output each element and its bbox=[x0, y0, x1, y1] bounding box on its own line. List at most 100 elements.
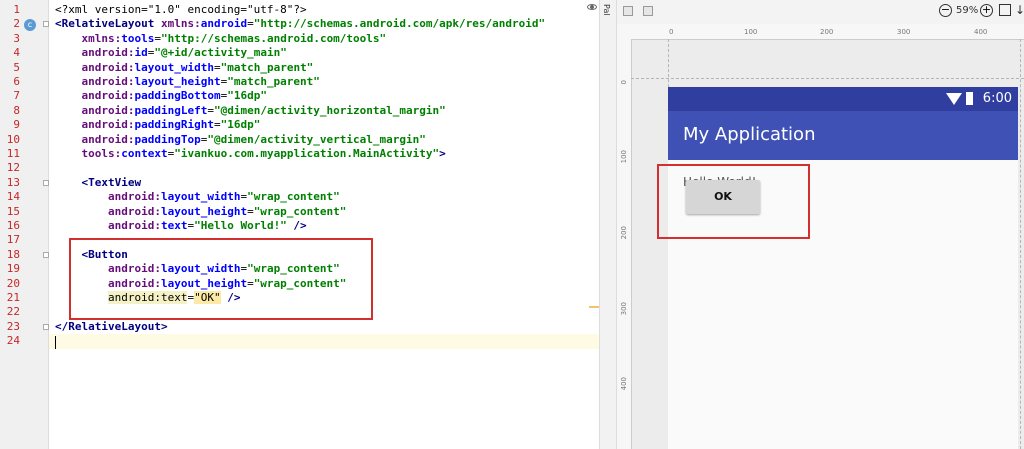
code-token: "http://schemas.android.com/tools" bbox=[161, 31, 387, 45]
code-line[interactable]: android:layout_height="match_parent" bbox=[55, 75, 320, 89]
device-preview[interactable]: 6:00 My Application Hello World! OK bbox=[668, 87, 1018, 449]
line-number: 16 bbox=[6, 219, 20, 232]
line-number: 2 bbox=[13, 17, 20, 31]
line-number: 7 bbox=[13, 89, 20, 103]
line-number: 5 bbox=[13, 60, 20, 74]
palette-strip[interactable] bbox=[599, 0, 617, 449]
code-token: <RelativeLayout bbox=[55, 17, 161, 31]
guide-line bbox=[631, 78, 1024, 79]
code-token: = bbox=[213, 60, 221, 74]
code-line[interactable]: android:text="Hello World!" /> bbox=[55, 219, 307, 233]
code-line[interactable]: xmlns:tools="http://schemas.android.com/… bbox=[55, 31, 387, 46]
code-token: "@+id/activity_main" bbox=[154, 46, 287, 60]
zoom-in-icon[interactable]: + bbox=[980, 4, 993, 17]
horizontal-ruler: 0 100 200 300 400 bbox=[617, 24, 1024, 40]
palette-tab[interactable]: Pal bbox=[602, 4, 611, 16]
guide-line bbox=[1020, 39, 1021, 449]
code-token: android: bbox=[81, 89, 135, 103]
eye-icon[interactable] bbox=[587, 4, 597, 10]
code-token: tools bbox=[121, 31, 155, 45]
line-number: 11 bbox=[6, 147, 20, 160]
line-number: 12 bbox=[6, 161, 20, 175]
fold-toggle-icon[interactable] bbox=[43, 251, 49, 258]
code-line[interactable]: </RelativeLayout> bbox=[55, 320, 168, 334]
code-token: android: bbox=[81, 132, 135, 146]
ruler-tick-label: 0 bbox=[669, 28, 674, 36]
line-number: 1 bbox=[13, 3, 20, 16]
code-token: paddingRight bbox=[134, 118, 214, 132]
design-mode-icon[interactable] bbox=[623, 6, 633, 16]
code-token: tools: bbox=[81, 147, 122, 160]
line-number: 9 bbox=[13, 118, 20, 132]
line-number: 19 bbox=[6, 262, 20, 276]
code-line[interactable]: tools:context="ivankuo.com.myapplication… bbox=[55, 147, 446, 161]
code-token: layout_height bbox=[160, 204, 248, 218]
line-number: 6 bbox=[13, 75, 20, 88]
line-number: 3 bbox=[13, 31, 20, 45]
app-title: My Application bbox=[683, 124, 816, 145]
zoom-out-icon[interactable]: − bbox=[939, 4, 952, 17]
code-token: xmlns: bbox=[81, 31, 122, 45]
code-token: context bbox=[121, 147, 168, 160]
code-line[interactable]: android:layout_width="match_parent" bbox=[55, 60, 314, 75]
code-token: android bbox=[200, 17, 248, 31]
warning-stripe-marker[interactable] bbox=[589, 306, 599, 308]
code-token: android: bbox=[107, 219, 161, 232]
code-token: layout_width bbox=[134, 60, 214, 74]
line-number: 20 bbox=[6, 276, 20, 290]
code-token: text bbox=[160, 219, 188, 232]
fold-toggle-icon[interactable] bbox=[43, 179, 49, 186]
current-line-highlight bbox=[49, 334, 599, 349]
code-line[interactable]: android:id="@+id/activity_main" bbox=[55, 46, 287, 60]
more-icon[interactable]: ↓ bbox=[1015, 3, 1024, 17]
code-token: = bbox=[247, 204, 254, 218]
line-number: 17 bbox=[6, 233, 20, 247]
code-token: paddingLeft bbox=[134, 103, 208, 117]
fold-toggle-icon[interactable] bbox=[43, 323, 49, 330]
line-number: 10 bbox=[6, 132, 20, 146]
blueprint-mode-icon[interactable] bbox=[643, 6, 653, 16]
code-token: layout_width bbox=[160, 190, 241, 204]
class-marker-icon[interactable]: c bbox=[24, 19, 36, 31]
code-line[interactable]: android:layout_width="wrap_content" bbox=[55, 190, 340, 204]
text-caret bbox=[55, 336, 56, 349]
code-line[interactable]: <?xml version="1.0" encoding="utf-8"?> bbox=[55, 3, 307, 17]
code-token: "http://schemas.android.com/apk/res/andr… bbox=[253, 17, 546, 31]
code-line[interactable]: android:paddingBottom="16dp" bbox=[55, 89, 267, 103]
line-number: 8 bbox=[13, 103, 20, 117]
code-token: android: bbox=[81, 103, 135, 117]
wifi-icon bbox=[946, 93, 962, 105]
code-line[interactable]: android:paddingTop="@dimen/activity_vert… bbox=[55, 133, 426, 147]
code-token: </RelativeLayout> bbox=[55, 319, 168, 333]
code-token: = bbox=[207, 103, 214, 117]
code-line[interactable]: android:layout_height="wrap_content" bbox=[55, 205, 346, 219]
line-number: 15 bbox=[6, 204, 20, 218]
fold-toggle-icon[interactable] bbox=[43, 21, 49, 28]
zoom-level: 59% bbox=[956, 5, 979, 16]
app-bar: My Application bbox=[668, 111, 1018, 160]
line-number: 21 bbox=[6, 291, 20, 304]
code-token: id bbox=[134, 46, 148, 60]
status-bar: 6:00 bbox=[668, 87, 1018, 111]
code-token: "match_parent" bbox=[220, 60, 314, 74]
ruler-tick-label: 200 bbox=[620, 226, 628, 240]
code-token: "16dp" bbox=[227, 89, 267, 103]
ruler-tick-label: 100 bbox=[620, 150, 628, 164]
code-token: android: bbox=[107, 204, 161, 218]
code-token: <TextView bbox=[81, 175, 142, 189]
code-line[interactable]: android:paddingRight="16dp" bbox=[55, 118, 261, 132]
code-line[interactable]: <TextView bbox=[55, 175, 142, 190]
ruler-tick-label: 200 bbox=[820, 28, 834, 36]
code-line[interactable]: <RelativeLayout xmlns:android="http://sc… bbox=[55, 17, 545, 31]
code-token: android: bbox=[81, 75, 135, 88]
code-token: /> bbox=[286, 219, 307, 232]
code-line[interactable]: android:paddingLeft="@dimen/activity_hor… bbox=[55, 104, 446, 118]
fit-screen-icon[interactable] bbox=[999, 4, 1011, 16]
